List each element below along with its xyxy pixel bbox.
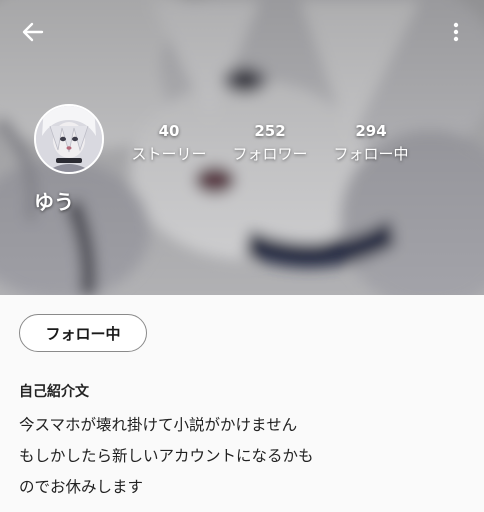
arrow-left-icon <box>22 22 44 42</box>
avatar[interactable] <box>34 104 104 174</box>
stat-following[interactable]: 294 フォロー中 <box>326 122 416 165</box>
bio-title: 自己紹介文 <box>19 384 89 400</box>
more-vertical-icon <box>453 22 459 42</box>
stat-stories[interactable]: 40 ストーリー <box>122 122 216 165</box>
stat-following-count: 294 <box>355 122 387 140</box>
stat-following-label: フォロー中 <box>333 145 409 163</box>
more-options-button[interactable] <box>444 18 468 46</box>
stat-stories-label: ストーリー <box>131 145 207 163</box>
following-button[interactable]: フォロー中 <box>19 314 147 352</box>
bio-line: のでお休みします <box>19 478 144 496</box>
bio-line: 今スマホが壊れ掛けて小説がかけません <box>19 416 298 434</box>
username: ゆう <box>34 190 74 214</box>
stat-stories-count: 40 <box>158 122 180 140</box>
bio-text: 今スマホが壊れ掛けて小説がかけません もしかしたら新しいアカウントになるかも の… <box>19 410 469 503</box>
stat-followers[interactable]: 252 フォロワー <box>224 122 316 165</box>
back-button[interactable] <box>18 18 48 46</box>
profile-header: 40 ストーリー 252 フォロワー 294 フォロー中 ゆう <box>0 0 484 295</box>
bio-line: もしかしたら新しいアカウントになるかも <box>19 447 314 465</box>
stat-followers-label: フォロワー <box>232 145 308 163</box>
stat-followers-count: 252 <box>254 122 286 140</box>
